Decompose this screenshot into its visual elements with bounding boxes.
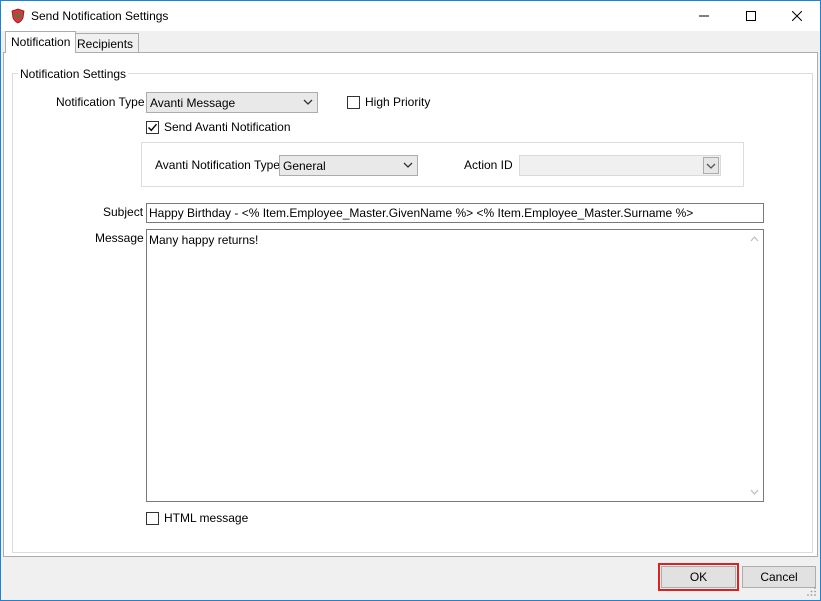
- send-avanti-label: Send Avanti Notification: [164, 120, 291, 134]
- notification-type-label: Notification Type: [56, 95, 145, 109]
- notification-type-value: Avanti Message: [150, 96, 236, 110]
- chevron-down-icon: [706, 163, 716, 169]
- action-id-dropdown-button[interactable]: [703, 157, 719, 174]
- message-scrollbar[interactable]: [746, 230, 763, 501]
- html-message-checkbox[interactable]: [146, 512, 159, 525]
- minimize-icon: [699, 15, 709, 17]
- avanti-type-label: Avanti Notification Type: [155, 158, 280, 172]
- close-icon: [792, 11, 802, 21]
- title-bar: Send Notification Settings: [1, 1, 820, 31]
- tab-notification[interactable]: Notification: [5, 31, 77, 53]
- message-value: Many happy returns!: [149, 233, 259, 247]
- resize-grip-icon[interactable]: [807, 587, 817, 597]
- action-id-label: Action ID: [464, 158, 513, 172]
- tab-recipients[interactable]: Recipients: [71, 33, 140, 53]
- high-priority-label: High Priority: [365, 95, 431, 109]
- chevron-down-icon: [303, 99, 313, 105]
- window-title: Send Notification Settings: [31, 9, 169, 23]
- send-avanti-checkbox[interactable]: [146, 121, 159, 134]
- dialog-window: Send Notification Settings Notification …: [0, 0, 821, 601]
- notification-type-combo[interactable]: Avanti Message: [146, 92, 318, 113]
- close-button[interactable]: [774, 1, 820, 31]
- notification-tab-page: Notification Settings Notification Type …: [3, 52, 818, 557]
- chevron-down-icon: [403, 162, 413, 168]
- subject-value: Happy Birthday - <% Item.Employee_Master…: [149, 206, 694, 220]
- scroll-up-icon[interactable]: [746, 232, 763, 246]
- high-priority-checkbox[interactable]: [347, 96, 360, 109]
- maximize-icon: [746, 11, 756, 21]
- message-textarea[interactable]: Many happy returns!: [146, 229, 764, 502]
- ok-button-highlight: [658, 563, 739, 591]
- app-shield-icon: [11, 8, 25, 24]
- action-id-combo[interactable]: [519, 155, 721, 176]
- avanti-type-combo[interactable]: General: [279, 155, 418, 176]
- group-title: Notification Settings: [18, 67, 129, 81]
- scroll-down-icon[interactable]: [746, 485, 763, 499]
- maximize-button[interactable]: [728, 1, 774, 31]
- checkmark-icon: [148, 123, 158, 132]
- avanti-type-value: General: [283, 159, 326, 173]
- tab-strip: Notification Recipients: [3, 31, 818, 53]
- minimize-button[interactable]: [681, 1, 727, 31]
- subject-label: Subject: [103, 205, 144, 219]
- subject-input[interactable]: Happy Birthday - <% Item.Employee_Master…: [146, 203, 764, 223]
- html-message-label: HTML message: [164, 511, 249, 525]
- cancel-button[interactable]: Cancel: [742, 566, 816, 588]
- message-label: Message: [95, 231, 144, 245]
